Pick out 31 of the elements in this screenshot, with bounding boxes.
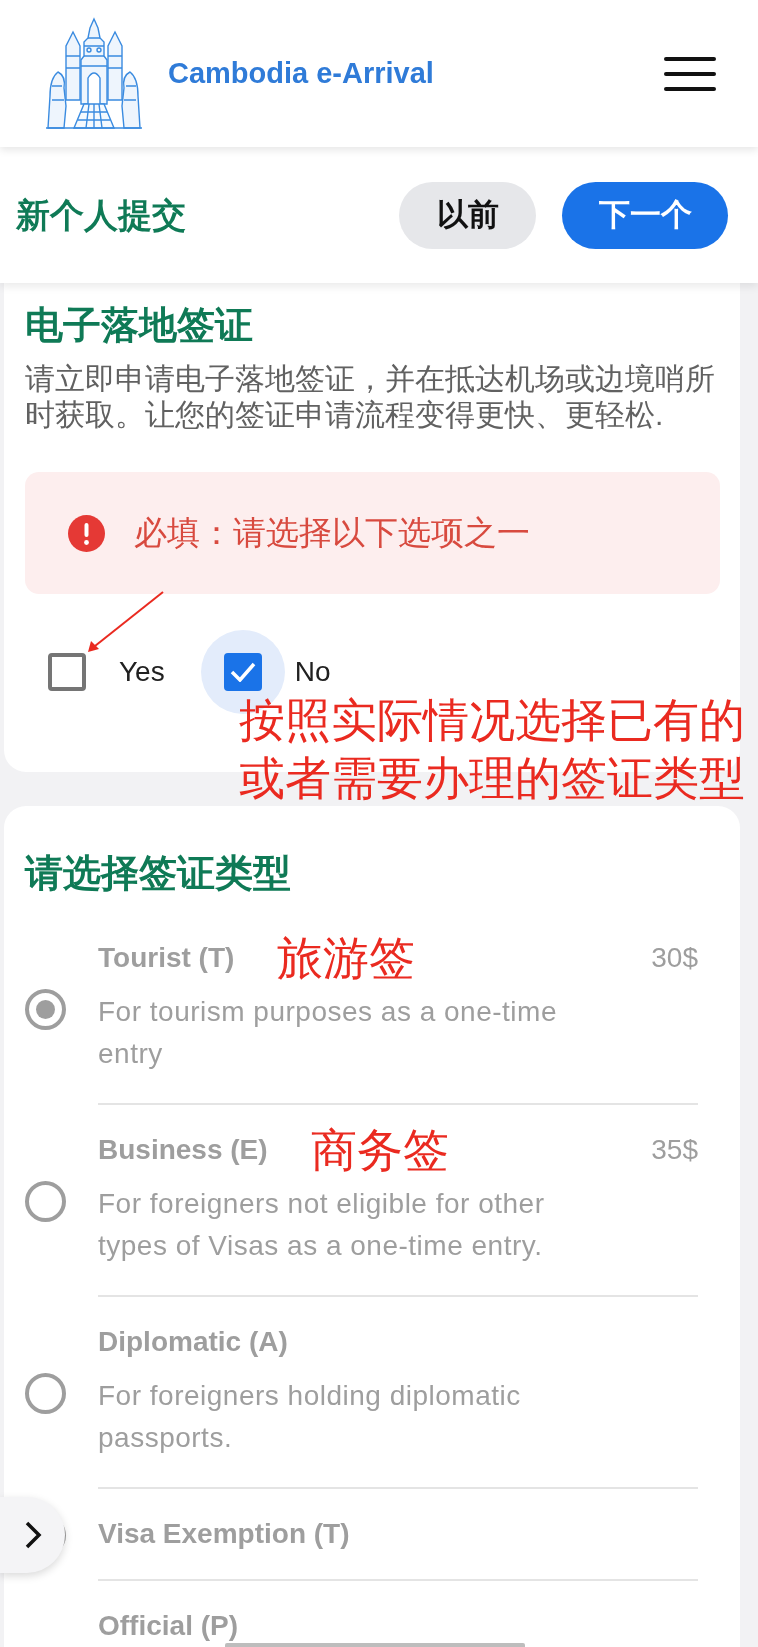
- next-button[interactable]: 下一个: [562, 181, 728, 249]
- arrow-icon: [87, 591, 165, 653]
- visa-type-description: For tourism purposes as a one-time entry: [98, 995, 558, 1071]
- annotation-text: 旅游签: [277, 934, 416, 982]
- visa-type-title: Visa Exemption (T): [98, 1517, 350, 1551]
- checkbox[interactable]: [223, 653, 262, 691]
- price-label: 30$: [651, 941, 698, 975]
- annotation-text: 或者需要办理的签证类型: [239, 751, 745, 806]
- chevron-right-icon: [23, 1520, 42, 1550]
- visa-type-description: For foreigners not eligible for other types of Visas as a one-time entry.: [98, 1187, 546, 1263]
- error-icon: [68, 514, 105, 552]
- visa-type-title: Business (E): [98, 1133, 268, 1167]
- app-title: Cambodia e-Arrival: [168, 55, 434, 91]
- visa-type-title: Tourist (T): [98, 941, 235, 975]
- section-heading: 电子落地签证: [25, 303, 254, 348]
- error-message: 必填：请选择以下选项之一: [134, 513, 530, 554]
- visa-type-title: Diplomatic (A): [98, 1325, 288, 1359]
- visa-type-description: For foreigners holding diplomatic passports.: [98, 1379, 522, 1455]
- section-heading: 请选择签证类型: [25, 851, 292, 896]
- annotation-text: 按照实际情况选择已有的: [239, 693, 745, 748]
- checkbox-label: Yes: [119, 655, 165, 689]
- price-label: 35$: [651, 1133, 698, 1167]
- section-description: 请立即申请电子落地签证，并在抵达机场或边境哨所时获取。让您的签证申请流程变得更快、更轻松.: [25, 361, 716, 433]
- checkbox[interactable]: [48, 653, 86, 691]
- previous-button[interactable]: 以前: [399, 181, 536, 249]
- checkbox-label: No: [294, 655, 331, 689]
- page-title: 新个人提交: [16, 194, 186, 236]
- menu-icon[interactable]: [664, 56, 716, 91]
- annotation-text: 商务签: [310, 1126, 449, 1174]
- check-icon: [229, 662, 256, 682]
- visa-type-title: Official (P): [98, 1609, 238, 1643]
